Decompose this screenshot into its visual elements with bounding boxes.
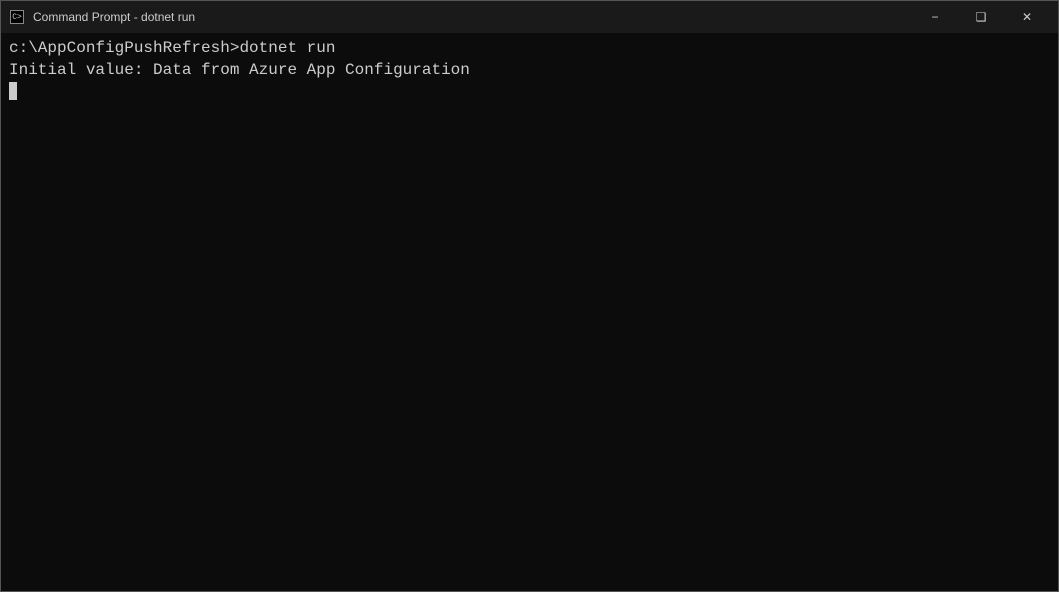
close-button[interactable]: ✕ xyxy=(1004,1,1050,33)
title-bar-controls: − ❑ ✕ xyxy=(912,1,1050,33)
maximize-button[interactable]: ❑ xyxy=(958,1,1004,33)
terminal-line-2: Initial value: Data from Azure App Confi… xyxy=(9,59,1050,81)
title-bar: C> Command Prompt - dotnet run − ❑ ✕ xyxy=(1,1,1058,33)
window-title: Command Prompt - dotnet run xyxy=(33,10,195,24)
title-bar-left: C> Command Prompt - dotnet run xyxy=(9,9,195,25)
cmd-icon-label: C> xyxy=(12,13,22,22)
cmd-icon-container: C> xyxy=(9,9,25,25)
window: C> Command Prompt - dotnet run − ❑ ✕ c:\… xyxy=(0,0,1059,592)
terminal-body[interactable]: c:\AppConfigPushRefresh>dotnet run Initi… xyxy=(1,33,1058,591)
terminal-cursor xyxy=(9,82,17,100)
cursor-line xyxy=(9,82,1050,100)
terminal-line-1: c:\AppConfigPushRefresh>dotnet run xyxy=(9,37,1050,59)
cmd-icon: C> xyxy=(10,10,24,24)
minimize-button[interactable]: − xyxy=(912,1,958,33)
